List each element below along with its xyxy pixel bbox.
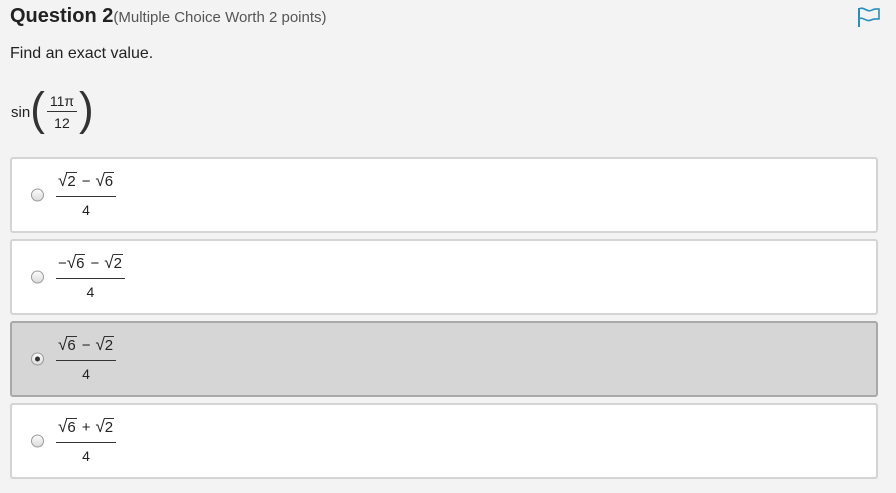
answer-option-4[interactable]: √ 6 + √ 2 4	[10, 403, 878, 479]
left-paren: (	[30, 83, 45, 136]
radical-2: √ 2	[104, 253, 123, 273]
radical-1: √ 6	[58, 417, 77, 437]
option-numerator: − √ 6− √ 2	[56, 253, 125, 279]
question-header: Question 2 (Multiple Choice Worth 2 poin…	[10, 5, 327, 31]
function-name: sin	[11, 103, 31, 121]
option-fraction: − √ 6− √ 2 4	[56, 253, 125, 300]
radio-button[interactable]	[31, 188, 44, 202]
radicand-1: 6	[66, 336, 77, 354]
radical-1: √ 2	[58, 171, 77, 191]
radicand-2: 6	[103, 172, 115, 190]
question-title: Question 2	[10, 5, 114, 27]
answer-option-2[interactable]: − √ 6− √ 2 4	[10, 239, 878, 315]
radicand-1: 6	[66, 418, 77, 436]
radicand-1: 6	[75, 254, 86, 272]
question-expression: sin ( 11π 12 )	[11, 86, 94, 132]
radical-2: √ 2	[95, 335, 115, 355]
leading-sign: −	[58, 255, 67, 272]
option-denominator: 4	[82, 366, 90, 382]
answer-option-1[interactable]: √ 2− √ 6 4	[10, 157, 878, 233]
option-fraction: √ 6− √ 2 4	[56, 335, 117, 382]
radical-2: √ 6	[95, 171, 115, 191]
answer-option-3[interactable]: √ 6− √ 2 4	[10, 321, 878, 397]
question-points: (Multiple Choice Worth 2 points)	[113, 9, 327, 26]
radicand-2: 2	[103, 336, 115, 354]
radicand-2: 2	[112, 254, 123, 272]
option-numerator: √ 6 + √ 2	[56, 417, 117, 443]
option-denominator: 4	[86, 284, 95, 300]
radical-1: √ 6	[58, 335, 77, 355]
expression-fraction: 11π 12	[46, 93, 78, 131]
option-numerator: √ 2− √ 6	[56, 171, 117, 197]
flag-question-button[interactable]	[855, 6, 881, 28]
option-fraction: √ 2− √ 6 4	[56, 171, 117, 218]
expression-denominator: 12	[54, 115, 70, 131]
radicand-2: 2	[103, 418, 115, 436]
radio-button[interactable]	[31, 352, 44, 366]
right-paren: )	[79, 83, 94, 136]
operator: −	[81, 337, 91, 354]
radio-button[interactable]	[31, 434, 44, 448]
option-numerator: √ 6− √ 2	[56, 335, 117, 361]
expression-numerator: 11π	[46, 93, 78, 112]
option-denominator: 4	[82, 202, 90, 218]
flag-icon	[858, 7, 880, 27]
operator: +	[81, 419, 91, 436]
radio-button[interactable]	[31, 270, 44, 284]
radicand-1: 2	[66, 172, 77, 190]
radical-2: √ 2	[95, 417, 115, 437]
operator: −	[81, 173, 91, 190]
option-fraction: √ 6 + √ 2 4	[56, 417, 117, 464]
question-prompt: Find an exact value.	[10, 45, 154, 62]
operator: −	[90, 255, 100, 272]
option-denominator: 4	[82, 448, 90, 464]
radical-1: √ 6	[67, 253, 86, 273]
